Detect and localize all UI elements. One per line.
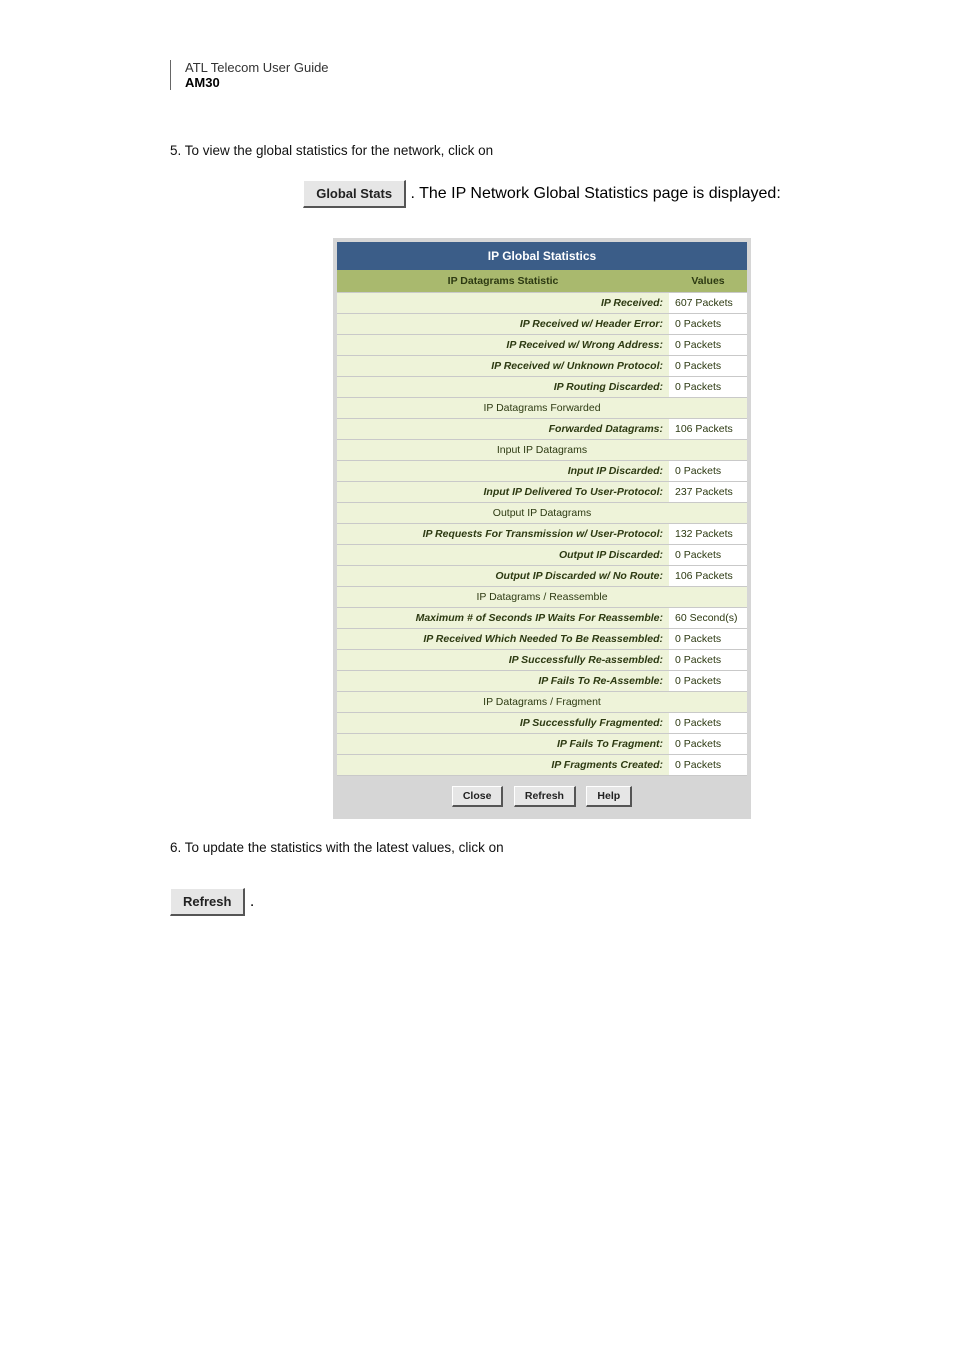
stat-value: 60 Second(s)	[669, 607, 747, 628]
table-row: IP Fragments Created:0 Packets	[337, 754, 747, 775]
table-row: Output IP Datagrams	[337, 502, 747, 523]
table-row: IP Fails To Re-Assemble:0 Packets	[337, 670, 747, 691]
ip-stats-panel: IP Global Statistics IP Datagrams Statis…	[333, 238, 751, 819]
table-row: IP Routing Discarded:0 Packets	[337, 376, 747, 397]
stats-table: IP Datagrams Statistic Values IP Receive…	[337, 270, 747, 776]
col-header-values: Values	[669, 270, 747, 293]
stat-label: IP Requests For Transmission w/ User-Pro…	[337, 523, 669, 544]
stat-value: 0 Packets	[669, 733, 747, 754]
panel-title: IP Global Statistics	[337, 242, 747, 270]
table-row: Input IP Delivered To User-Protocol:237 …	[337, 481, 747, 502]
stat-label: IP Fails To Fragment:	[337, 733, 669, 754]
table-row: Output IP Discarded w/ No Route:106 Pack…	[337, 565, 747, 586]
stat-value: 132 Packets	[669, 523, 747, 544]
stat-value: 0 Packets	[669, 460, 747, 481]
stat-label: IP Successfully Re-assembled:	[337, 649, 669, 670]
stat-label: Maximum # of Seconds IP Waits For Reasse…	[337, 607, 669, 628]
section-heading: IP Datagrams Forwarded	[337, 397, 747, 418]
section-heading: Input IP Datagrams	[337, 439, 747, 460]
stat-label: IP Routing Discarded:	[337, 376, 669, 397]
stat-value: 607 Packets	[669, 292, 747, 313]
table-row: IP Fails To Fragment:0 Packets	[337, 733, 747, 754]
col-header-statistic: IP Datagrams Statistic	[337, 270, 669, 293]
table-row: IP Received Which Needed To Be Reassembl…	[337, 628, 747, 649]
table-row: IP Successfully Fragmented:0 Packets	[337, 712, 747, 733]
table-row: IP Datagrams / Fragment	[337, 691, 747, 712]
stat-value: 106 Packets	[669, 565, 747, 586]
stat-value: 0 Packets	[669, 754, 747, 775]
table-row: Forwarded Datagrams:106 Packets	[337, 418, 747, 439]
stat-label: IP Received w/ Unknown Protocol:	[337, 355, 669, 376]
stat-label: IP Received w/ Wrong Address:	[337, 334, 669, 355]
footer-suffix: .	[250, 893, 254, 910]
close-button[interactable]: Close	[452, 786, 504, 807]
table-row: Maximum # of Seconds IP Waits For Reasse…	[337, 607, 747, 628]
intro-paragraph: 5. To view the global statistics for the…	[170, 140, 914, 162]
refresh-small-button[interactable]: Refresh	[514, 786, 576, 807]
table-row: IP Received w/ Unknown Protocol:0 Packet…	[337, 355, 747, 376]
table-row: IP Requests For Transmission w/ User-Pro…	[337, 523, 747, 544]
table-row: IP Successfully Re-assembled:0 Packets	[337, 649, 747, 670]
stat-value: 106 Packets	[669, 418, 747, 439]
table-row: IP Datagrams / Reassemble	[337, 586, 747, 607]
intro-suffix: . The IP Network Global Statistics page …	[411, 185, 781, 202]
footer-paragraph: 6. To update the statistics with the lat…	[170, 837, 914, 859]
doc-header-line1: ATL Telecom User Guide	[185, 60, 914, 75]
stat-value: 0 Packets	[669, 334, 747, 355]
stat-value: 0 Packets	[669, 313, 747, 334]
stat-label: Input IP Discarded:	[337, 460, 669, 481]
doc-header: ATL Telecom User Guide AM30	[170, 60, 914, 90]
stat-label: IP Fails To Re-Assemble:	[337, 670, 669, 691]
table-row: Input IP Datagrams	[337, 439, 747, 460]
stat-value: 0 Packets	[669, 628, 747, 649]
intro-text: 5. To view the global statistics for the…	[170, 143, 493, 158]
stat-label: Input IP Delivered To User-Protocol:	[337, 481, 669, 502]
stat-label: Forwarded Datagrams:	[337, 418, 669, 439]
table-row: IP Received:607 Packets	[337, 292, 747, 313]
section-heading: Output IP Datagrams	[337, 502, 747, 523]
section-heading: IP Datagrams / Reassemble	[337, 586, 747, 607]
stat-value: 0 Packets	[669, 376, 747, 397]
stat-label: IP Received:	[337, 292, 669, 313]
table-row: Input IP Discarded:0 Packets	[337, 460, 747, 481]
stat-label: IP Fragments Created:	[337, 754, 669, 775]
stat-value: 0 Packets	[669, 649, 747, 670]
table-row: IP Datagrams Forwarded	[337, 397, 747, 418]
stat-label: IP Received Which Needed To Be Reassembl…	[337, 628, 669, 649]
section-heading: IP Datagrams / Fragment	[337, 691, 747, 712]
stat-label: Output IP Discarded:	[337, 544, 669, 565]
stat-value: 0 Packets	[669, 712, 747, 733]
global-stats-button[interactable]: Global Stats	[303, 180, 406, 208]
table-row: IP Received w/ Header Error:0 Packets	[337, 313, 747, 334]
refresh-button[interactable]: Refresh	[170, 888, 245, 916]
doc-header-line2: AM30	[185, 75, 914, 90]
stat-value: 237 Packets	[669, 481, 747, 502]
help-button[interactable]: Help	[586, 786, 632, 807]
table-row: Output IP Discarded:0 Packets	[337, 544, 747, 565]
stat-label: IP Received w/ Header Error:	[337, 313, 669, 334]
panel-button-bar: Close Refresh Help	[337, 776, 747, 815]
stat-value: 0 Packets	[669, 355, 747, 376]
stat-value: 0 Packets	[669, 544, 747, 565]
stat-value: 0 Packets	[669, 670, 747, 691]
table-row: IP Received w/ Wrong Address:0 Packets	[337, 334, 747, 355]
stat-label: IP Successfully Fragmented:	[337, 712, 669, 733]
stat-label: Output IP Discarded w/ No Route:	[337, 565, 669, 586]
footer-text: 6. To update the statistics with the lat…	[170, 840, 504, 855]
